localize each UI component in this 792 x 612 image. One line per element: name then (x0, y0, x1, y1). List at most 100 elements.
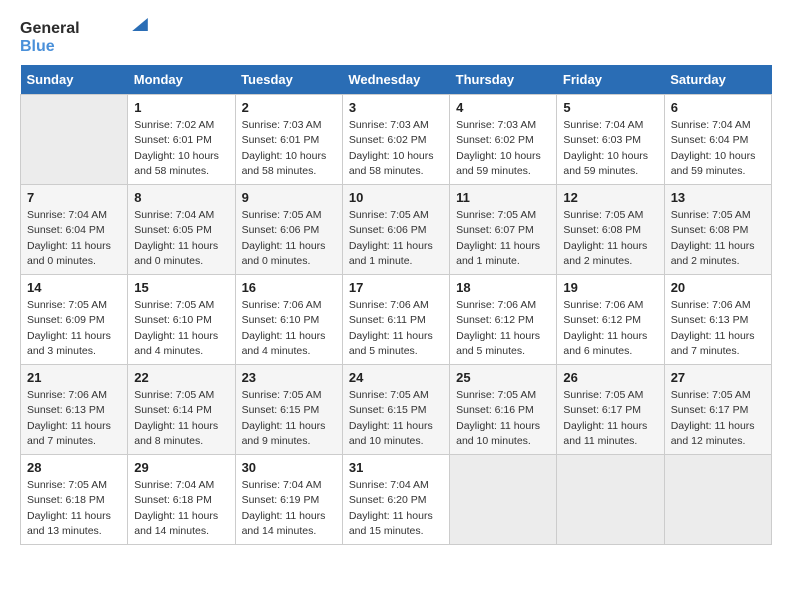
calendar-cell: 3 Sunrise: 7:03 AM Sunset: 6:02 PM Daylig… (342, 95, 449, 185)
logo: GeneralBlue (20, 20, 80, 55)
calendar-cell: 22Sunrise: 7:05 AM Sunset: 6:14 PM Dayli… (128, 365, 235, 455)
day-number: 9 (242, 190, 336, 205)
day-info: Sunrise: 7:04 AM Sunset: 6:19 PM Dayligh… (242, 478, 336, 539)
day-info: Sunrise: 7:04 AM Sunset: 6:04 PM Dayligh… (671, 118, 765, 179)
day-info: Sunrise: 7:05 AM Sunset: 6:08 PM Dayligh… (671, 208, 765, 269)
calendar-cell: 9 Sunrise: 7:05 AM Sunset: 6:06 PM Daylig… (235, 185, 342, 275)
calendar-cell: 10 Sunrise: 7:05 AM Sunset: 6:06 PM Dayli… (342, 185, 449, 275)
day-info: Sunrise: 7:06 AM Sunset: 6:10 PM Dayligh… (242, 298, 336, 359)
calendar-cell: 4 Sunrise: 7:03 AM Sunset: 6:02 PM Daylig… (450, 95, 557, 185)
calendar-cell: 17Sunrise: 7:06 AM Sunset: 6:11 PM Dayli… (342, 275, 449, 365)
day-number: 1 (134, 100, 228, 115)
calendar-cell: 25 Sunrise: 7:05 AM Sunset: 6:16 PM Dayli… (450, 365, 557, 455)
day-info: Sunrise: 7:05 AM Sunset: 6:07 PM Dayligh… (456, 208, 550, 269)
calendar-cell: 27 Sunrise: 7:05 AM Sunset: 6:17 PM Dayli… (664, 365, 771, 455)
day-number: 20 (671, 280, 765, 295)
calendar-cell (664, 455, 771, 545)
header-cell-tuesday: Tuesday (235, 65, 342, 95)
day-number: 25 (456, 370, 550, 385)
day-info: Sunrise: 7:05 AM Sunset: 6:06 PM Dayligh… (349, 208, 443, 269)
logo-text-block: GeneralBlue (20, 20, 80, 55)
day-info: Sunrise: 7:06 AM Sunset: 6:13 PM Dayligh… (27, 388, 121, 449)
logo-blue: Blue (20, 38, 80, 56)
day-number: 7 (27, 190, 121, 205)
calendar-cell: 29 Sunrise: 7:04 AM Sunset: 6:18 PM Dayli… (128, 455, 235, 545)
calendar-cell: 5 Sunrise: 7:04 AM Sunset: 6:03 PM Daylig… (557, 95, 664, 185)
day-info: Sunrise: 7:04 AM Sunset: 6:18 PM Dayligh… (134, 478, 228, 539)
day-number: 4 (456, 100, 550, 115)
day-number: 19 (563, 280, 657, 295)
day-info: Sunrise: 7:05 AM Sunset: 6:06 PM Dayligh… (242, 208, 336, 269)
day-number: 12 (563, 190, 657, 205)
calendar-cell: 18Sunrise: 7:06 AM Sunset: 6:12 PM Dayli… (450, 275, 557, 365)
calendar-cell: 6 Sunrise: 7:04 AM Sunset: 6:04 PM Daylig… (664, 95, 771, 185)
day-number: 24 (349, 370, 443, 385)
calendar-body: 1 Sunrise: 7:02 AM Sunset: 6:01 PM Daylig… (21, 95, 772, 545)
header-cell-wednesday: Wednesday (342, 65, 449, 95)
day-number: 3 (349, 100, 443, 115)
day-number: 10 (349, 190, 443, 205)
calendar-cell (450, 455, 557, 545)
calendar-cell: 24 Sunrise: 7:05 AM Sunset: 6:15 PM Dayli… (342, 365, 449, 455)
day-number: 11 (456, 190, 550, 205)
day-number: 23 (242, 370, 336, 385)
day-number: 8 (134, 190, 228, 205)
day-number: 29 (134, 460, 228, 475)
calendar-header: SundayMondayTuesdayWednesdayThursdayFrid… (21, 65, 772, 95)
calendar-week-row: 21 Sunrise: 7:06 AM Sunset: 6:13 PM Dayli… (21, 365, 772, 455)
day-number: 31 (349, 460, 443, 475)
header-cell-friday: Friday (557, 65, 664, 95)
header-cell-sunday: Sunday (21, 65, 128, 95)
page-header: GeneralBlue (20, 20, 772, 55)
calendar-cell (21, 95, 128, 185)
day-info: Sunrise: 7:05 AM Sunset: 6:18 PM Dayligh… (27, 478, 121, 539)
day-number: 6 (671, 100, 765, 115)
day-info: Sunrise: 7:05 AM Sunset: 6:17 PM Dayligh… (563, 388, 657, 449)
calendar-cell: 8 Sunrise: 7:04 AM Sunset: 6:05 PM Daylig… (128, 185, 235, 275)
calendar-week-row: 1 Sunrise: 7:02 AM Sunset: 6:01 PM Daylig… (21, 95, 772, 185)
calendar-cell: 12Sunrise: 7:05 AM Sunset: 6:08 PM Dayli… (557, 185, 664, 275)
day-number: 21 (27, 370, 121, 385)
calendar-cell: 16 Sunrise: 7:06 AM Sunset: 6:10 PM Dayli… (235, 275, 342, 365)
day-number: 28 (27, 460, 121, 475)
day-info: Sunrise: 7:04 AM Sunset: 6:20 PM Dayligh… (349, 478, 443, 539)
day-number: 2 (242, 100, 336, 115)
day-info: Sunrise: 7:04 AM Sunset: 6:05 PM Dayligh… (134, 208, 228, 269)
calendar-week-row: 7Sunrise: 7:04 AM Sunset: 6:04 PM Daylig… (21, 185, 772, 275)
day-number: 16 (242, 280, 336, 295)
calendar-cell: 14Sunrise: 7:05 AM Sunset: 6:09 PM Dayli… (21, 275, 128, 365)
calendar-cell: 26 Sunrise: 7:05 AM Sunset: 6:17 PM Dayli… (557, 365, 664, 455)
day-number: 15 (134, 280, 228, 295)
day-info: Sunrise: 7:06 AM Sunset: 6:12 PM Dayligh… (563, 298, 657, 359)
calendar-cell: 23Sunrise: 7:05 AM Sunset: 6:15 PM Dayli… (235, 365, 342, 455)
day-info: Sunrise: 7:04 AM Sunset: 6:03 PM Dayligh… (563, 118, 657, 179)
calendar-cell (557, 455, 664, 545)
day-number: 5 (563, 100, 657, 115)
day-info: Sunrise: 7:05 AM Sunset: 6:17 PM Dayligh… (671, 388, 765, 449)
day-info: Sunrise: 7:05 AM Sunset: 6:10 PM Dayligh… (134, 298, 228, 359)
calendar-cell: 30 Sunrise: 7:04 AM Sunset: 6:19 PM Dayli… (235, 455, 342, 545)
calendar-cell: 7Sunrise: 7:04 AM Sunset: 6:04 PM Daylig… (21, 185, 128, 275)
header-cell-thursday: Thursday (450, 65, 557, 95)
day-info: Sunrise: 7:05 AM Sunset: 6:16 PM Dayligh… (456, 388, 550, 449)
calendar-cell: 21 Sunrise: 7:06 AM Sunset: 6:13 PM Dayli… (21, 365, 128, 455)
header-row: SundayMondayTuesdayWednesdayThursdayFrid… (21, 65, 772, 95)
day-number: 13 (671, 190, 765, 205)
day-number: 27 (671, 370, 765, 385)
day-info: Sunrise: 7:06 AM Sunset: 6:12 PM Dayligh… (456, 298, 550, 359)
logo-general: General (20, 20, 80, 37)
calendar-cell: 1 Sunrise: 7:02 AM Sunset: 6:01 PM Daylig… (128, 95, 235, 185)
calendar-week-row: 28 Sunrise: 7:05 AM Sunset: 6:18 PM Dayli… (21, 455, 772, 545)
day-info: Sunrise: 7:03 AM Sunset: 6:02 PM Dayligh… (456, 118, 550, 179)
calendar-cell: 11 Sunrise: 7:05 AM Sunset: 6:07 PM Dayli… (450, 185, 557, 275)
day-number: 30 (242, 460, 336, 475)
calendar-table: SundayMondayTuesdayWednesdayThursdayFrid… (20, 65, 772, 545)
day-number: 22 (134, 370, 228, 385)
day-number: 26 (563, 370, 657, 385)
day-info: Sunrise: 7:05 AM Sunset: 6:15 PM Dayligh… (349, 388, 443, 449)
day-info: Sunrise: 7:03 AM Sunset: 6:01 PM Dayligh… (242, 118, 336, 179)
calendar-cell: 19 Sunrise: 7:06 AM Sunset: 6:12 PM Dayli… (557, 275, 664, 365)
day-info: Sunrise: 7:03 AM Sunset: 6:02 PM Dayligh… (349, 118, 443, 179)
calendar-week-row: 14Sunrise: 7:05 AM Sunset: 6:09 PM Dayli… (21, 275, 772, 365)
day-info: Sunrise: 7:02 AM Sunset: 6:01 PM Dayligh… (134, 118, 228, 179)
